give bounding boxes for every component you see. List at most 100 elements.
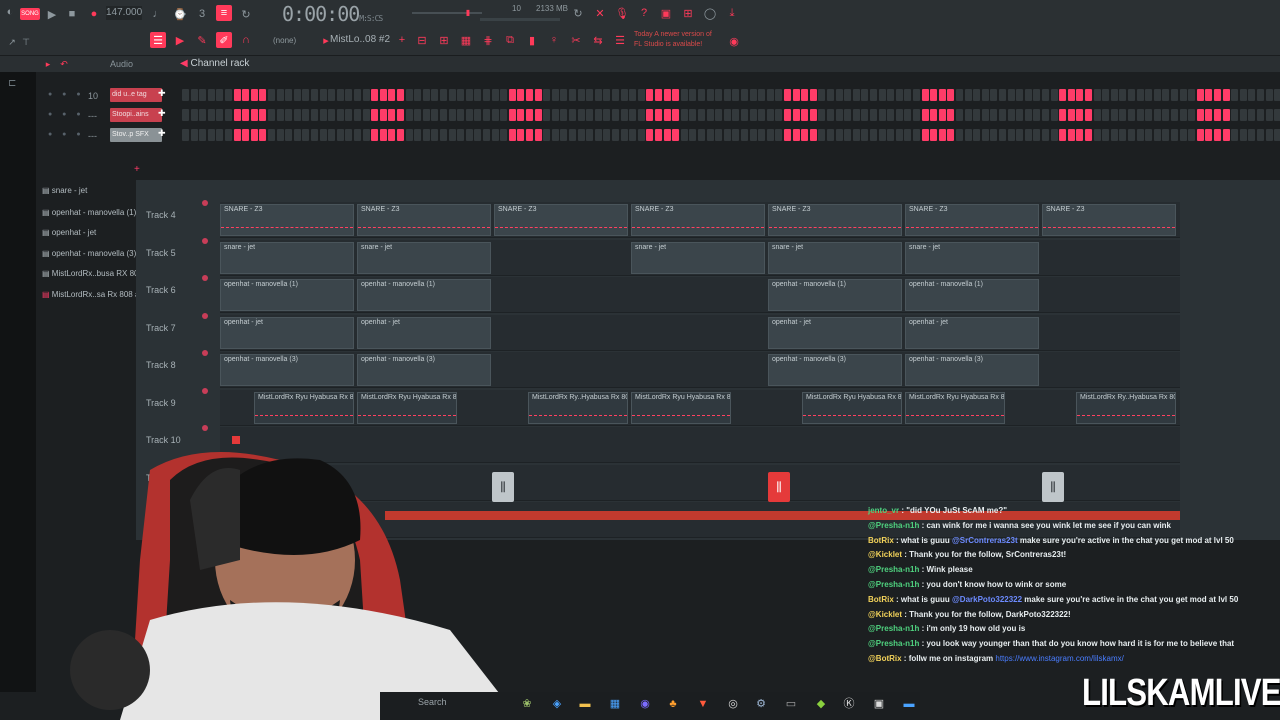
step-button[interactable]	[870, 89, 877, 101]
chat-username[interactable]: @BotRix	[868, 654, 902, 663]
step-button[interactable]	[887, 129, 895, 141]
step-button[interactable]	[311, 129, 318, 141]
step-button[interactable]	[491, 109, 499, 121]
step-button[interactable]	[586, 89, 594, 101]
step-button[interactable]	[784, 89, 791, 101]
step-button[interactable]	[560, 89, 568, 101]
chat-link[interactable]: https://www.instagram.com/lilskamx/	[995, 654, 1123, 663]
step-button[interactable]	[1239, 129, 1247, 141]
chat-username[interactable]: @Presha-n1h	[868, 580, 919, 589]
pattern-clip[interactable]: SNARE - Z3	[357, 204, 491, 236]
step-button[interactable]	[379, 109, 387, 121]
step-button[interactable]	[792, 89, 800, 101]
step-button[interactable]	[233, 109, 241, 121]
step-button[interactable]	[620, 109, 628, 121]
track-label[interactable]: Track 8	[146, 360, 176, 370]
magnet-icon[interactable]: ∩	[238, 32, 254, 48]
audio-clip-icon[interactable]: ⫼	[768, 472, 790, 502]
step-button[interactable]	[732, 129, 740, 141]
step-button[interactable]	[259, 129, 267, 141]
step-button[interactable]	[1188, 89, 1196, 101]
step-button[interactable]	[672, 129, 680, 141]
step-button[interactable]	[397, 89, 404, 101]
step-button[interactable]	[784, 109, 791, 121]
step-button[interactable]	[1248, 129, 1256, 141]
step-button[interactable]	[250, 109, 258, 121]
step-button[interactable]	[431, 89, 439, 101]
step-button[interactable]	[973, 89, 981, 101]
step-button[interactable]	[526, 109, 533, 121]
step-button[interactable]	[431, 109, 439, 121]
pattern-clip[interactable]: openhat - manovella (1)	[220, 279, 354, 311]
step-button[interactable]	[775, 89, 783, 101]
step-button[interactable]	[1076, 129, 1084, 141]
chat-username[interactable]: BotRix	[868, 536, 894, 545]
step-button[interactable]	[1171, 129, 1178, 141]
chat-icon[interactable]: ◯	[702, 5, 718, 21]
step-button[interactable]	[887, 109, 895, 121]
track-led-icon[interactable]	[202, 200, 208, 206]
step-button[interactable]	[1110, 89, 1118, 101]
step-button[interactable]	[1128, 129, 1135, 141]
step-button[interactable]	[741, 109, 748, 121]
step-button[interactable]	[1042, 89, 1049, 101]
step-button[interactable]	[801, 109, 809, 121]
step-button[interactable]	[293, 109, 301, 121]
step-button[interactable]	[999, 129, 1006, 141]
step-button[interactable]	[1179, 109, 1187, 121]
obs-icon[interactable]: ◎	[726, 697, 740, 711]
pattern-clip[interactable]: openhat - manovella (1)	[768, 279, 902, 311]
step-button[interactable]	[835, 109, 843, 121]
desktop-icon[interactable]: ▬	[902, 697, 916, 711]
plugin-icon[interactable]: ⊞	[680, 5, 696, 21]
step-button[interactable]	[637, 89, 645, 101]
step-button[interactable]	[259, 89, 267, 101]
step-button[interactable]	[1059, 89, 1067, 101]
pattern-clip[interactable]: MistLordRx Ryu Hyabusa Rx 808	[254, 391, 354, 424]
add-channel-icon[interactable]: +	[134, 164, 140, 175]
step-sequencer[interactable]	[182, 129, 1280, 143]
track-led-icon[interactable]	[202, 350, 208, 356]
track-led-icon[interactable]	[202, 425, 208, 431]
step-button[interactable]	[311, 109, 318, 121]
step-button[interactable]	[878, 129, 886, 141]
step-button[interactable]	[1102, 89, 1110, 101]
step-button[interactable]	[818, 109, 826, 121]
step-button[interactable]	[827, 89, 834, 101]
step-button[interactable]	[1188, 129, 1196, 141]
step-button[interactable]	[483, 109, 490, 121]
step-button[interactable]	[766, 109, 774, 121]
step-button[interactable]	[1205, 109, 1213, 121]
picker-item[interactable]: ▤ MistLordRx..busa RX 808	[42, 269, 143, 278]
step-button[interactable]	[732, 89, 740, 101]
step-button[interactable]	[766, 89, 774, 101]
channel-mixer-track[interactable]: ---	[88, 111, 97, 121]
step-button[interactable]	[534, 109, 542, 121]
picker-item[interactable]: ▤ openhat - manovella (3)	[42, 249, 136, 258]
step-button[interactable]	[956, 109, 963, 121]
step-button[interactable]	[448, 109, 456, 121]
brush-icon[interactable]: ✐	[216, 32, 232, 48]
step-button[interactable]	[250, 89, 258, 101]
step-button[interactable]	[758, 89, 766, 101]
track-label[interactable]: Track 9	[146, 398, 176, 408]
step-button[interactable]	[1085, 89, 1092, 101]
step-button[interactable]	[448, 129, 456, 141]
step-button[interactable]	[586, 109, 594, 121]
step-button[interactable]	[844, 129, 852, 141]
step-button[interactable]	[517, 109, 525, 121]
step-button[interactable]	[930, 129, 938, 141]
picker-item[interactable]: ▤ MistLordRx..sa Rx 808 #2	[42, 290, 144, 299]
pattern-clip[interactable]: SNARE - Z3	[1042, 204, 1176, 236]
step-button[interactable]	[947, 89, 955, 101]
step-button[interactable]	[706, 129, 714, 141]
step-button[interactable]	[1179, 129, 1187, 141]
step-button[interactable]	[1102, 109, 1110, 121]
step-button[interactable]	[723, 109, 731, 121]
step-button[interactable]	[1265, 109, 1273, 121]
step-button[interactable]	[1265, 89, 1273, 101]
step-button[interactable]	[371, 129, 379, 141]
step-button[interactable]	[440, 129, 447, 141]
step-button[interactable]	[569, 89, 576, 101]
step-button[interactable]	[594, 109, 602, 121]
